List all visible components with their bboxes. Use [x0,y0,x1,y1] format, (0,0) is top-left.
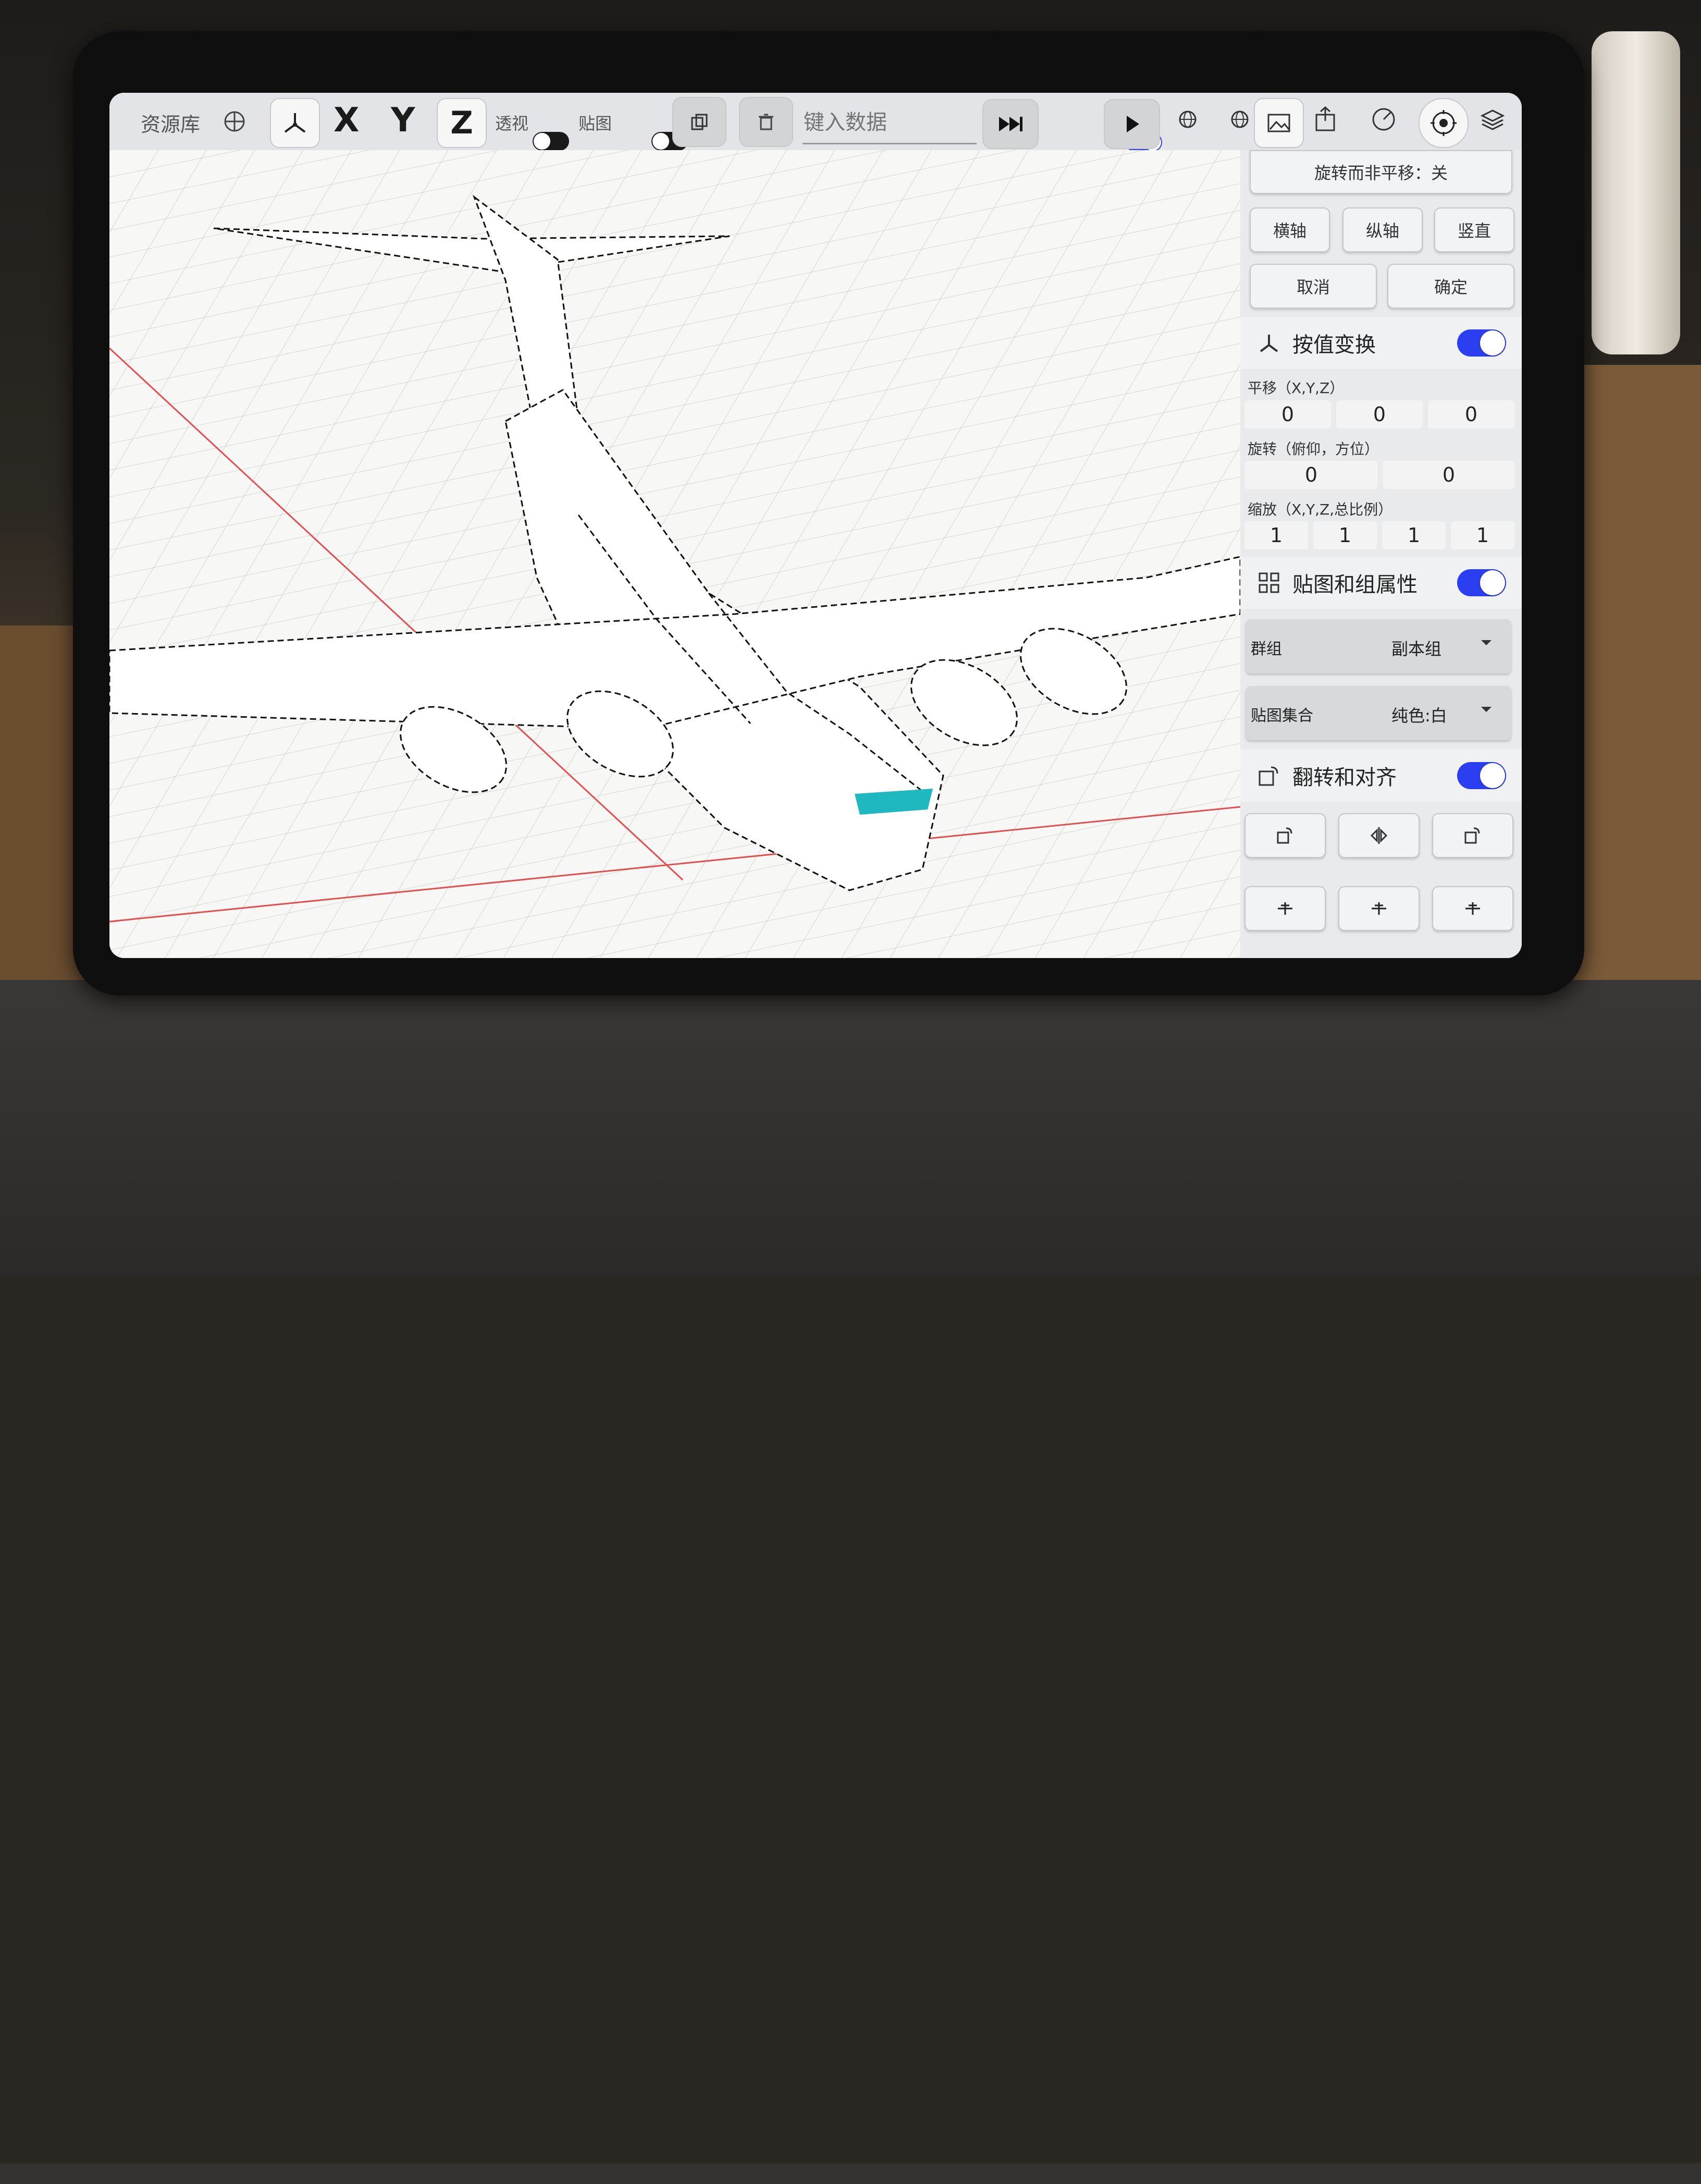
axes-icon [1256,330,1282,356]
perspective-label: 透视 [495,114,529,133]
scale-total-input[interactable]: 1 [1451,521,1514,549]
flip-horizontal-button[interactable] [1338,813,1420,858]
vertical-axis-button[interactable]: 纵轴 [1342,207,1423,252]
chevron-down-icon [1481,640,1492,645]
web-icon[interactable] [1178,109,1198,129]
flip-icon [1370,827,1388,844]
trash-icon [759,114,773,130]
rotate-mode-button[interactable]: 旋转而非平移：关 [1250,150,1512,194]
copy-icon [691,114,708,130]
rotate-pitch-input[interactable]: 0 [1244,461,1378,489]
play-icon [1127,116,1139,132]
library-button[interactable]: 资源库 [141,108,200,137]
group-select[interactable]: 群组 副本组 [1246,619,1511,673]
axis-z-button[interactable]: Z [437,98,487,148]
axis-y-button[interactable]: Y [391,101,415,140]
texture-set-label: 贴图集合 [1251,707,1313,725]
chevron-down-icon [1481,707,1492,712]
app-screen: 资源库 X Y Z 透视 贴图 键入数据 旋转而非平移：关 横轴 纵轴 竖直 取… [109,93,1522,958]
flip-align-title: 翻转和对齐 [1292,766,1397,790]
top-toolbar: 资源库 X Y Z 透视 贴图 [109,93,1522,152]
share-icon[interactable] [1313,105,1337,132]
rotate-right-button[interactable] [1432,813,1513,858]
duplicate-button[interactable] [672,97,726,147]
rotate-label: 旋转（俯仰，方位） [1248,440,1379,458]
bottle [1592,31,1680,354]
target-icon [1431,110,1457,136]
properties-panel: 旋转而非平移：关 横轴 纵轴 竖直 取消 确定 按值变换 平移（X,Y,Z） 0… [1240,150,1522,958]
translate-x-input[interactable]: 0 [1244,400,1331,428]
align-button-1[interactable] [1244,886,1326,931]
grid-icon [1256,570,1282,596]
layers-icon[interactable] [1480,108,1505,133]
align-center-icon [1372,902,1386,915]
viewport-canvas[interactable] [109,150,1240,958]
globe-icon[interactable] [221,108,248,134]
fast-forward-icon [999,117,1022,131]
flip-align-toggle[interactable] [1457,762,1506,789]
texture-set-value: 纯色:白 [1391,706,1447,726]
rotate-icon [1464,827,1480,844]
transform-title: 按值变换 [1292,333,1376,357]
group-select-value: 副本组 [1391,639,1442,659]
rotate-azimuth-input[interactable]: 0 [1383,461,1514,489]
rotate-icon [1277,827,1292,844]
texture-label: 贴图 [578,114,612,133]
align-button-3[interactable] [1432,886,1513,931]
rotate-left-button[interactable] [1244,813,1326,858]
transform-toggle[interactable] [1457,329,1506,357]
fast-forward-button[interactable] [982,99,1039,149]
align-center-icon [1465,902,1480,915]
perspective-toggle[interactable] [533,132,569,151]
horizontal-axis-button[interactable]: 横轴 [1250,207,1330,252]
rotate-square-icon [1256,763,1282,789]
image-icon [1267,114,1290,132]
flip-align-section-header: 翻转和对齐 [1240,750,1522,802]
align-center-icon [1278,902,1292,915]
texture-group-title: 贴图和组属性 [1292,573,1418,597]
axis-x-button[interactable]: X [334,101,359,140]
align-button-2[interactable] [1338,886,1420,931]
scale-y-input[interactable]: 1 [1313,521,1377,549]
image-button[interactable] [1254,98,1304,148]
scale-label: 缩放（X,Y,Z,总比例） [1248,501,1393,518]
translate-y-input[interactable]: 0 [1336,400,1423,428]
cancel-button[interactable]: 取消 [1250,264,1377,309]
texture-group-toggle[interactable] [1457,569,1506,596]
move-gizmo-button[interactable] [270,98,320,148]
3d-viewport[interactable] [109,150,1240,958]
texture-group-section-header: 贴图和组属性 [1240,557,1522,609]
case-fold [0,2163,1701,2184]
tablet-case [0,980,1701,2184]
texture-set-select[interactable]: 贴图集合 纯色:白 [1246,686,1511,740]
play-button[interactable] [1104,99,1160,149]
scale-z-input[interactable]: 1 [1382,521,1446,549]
target-button[interactable] [1419,98,1469,148]
delete-button[interactable] [739,97,793,147]
web-secondary-icon[interactable] [1230,109,1250,129]
data-input[interactable] [803,102,977,144]
scale-x-input[interactable]: 1 [1244,521,1308,549]
gauge-icon[interactable] [1371,106,1397,132]
upright-button[interactable]: 竖直 [1434,207,1514,252]
translate-z-input[interactable]: 0 [1428,400,1514,428]
transform-section-header: 按值变换 [1240,317,1522,369]
translate-label: 平移（X,Y,Z） [1248,379,1345,397]
group-select-label: 群组 [1251,640,1282,658]
axes-icon [284,113,306,133]
confirm-button[interactable]: 确定 [1387,264,1514,309]
